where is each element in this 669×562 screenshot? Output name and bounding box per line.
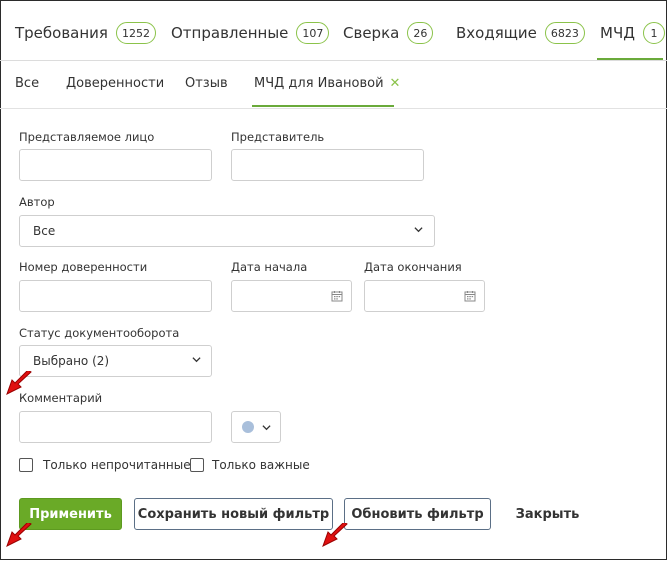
count-badge: 26 [407, 22, 434, 44]
tab-label: Сверка [343, 24, 400, 42]
count-badge: 1 [642, 22, 665, 44]
subtab-label: МЧД для Ивановой [254, 76, 384, 91]
tab-label: МЧД [600, 24, 635, 42]
poa-number-label: Номер доверенности [19, 260, 148, 274]
author-select[interactable]: Все [19, 215, 435, 247]
tab-label: Отправленные [171, 24, 289, 42]
annotation-arrow-icon [6, 371, 32, 395]
calendar-icon[interactable] [464, 290, 476, 302]
active-tab-indicator [597, 58, 663, 60]
count-badge: 1252 [115, 22, 156, 44]
color-picker[interactable] [231, 411, 281, 443]
tab-requirements[interactable]: Требования 1252 [15, 20, 156, 46]
status-select[interactable]: Выбрано (2) [19, 345, 212, 377]
active-subtab-indicator [252, 105, 394, 107]
count-badge: 6823 [544, 22, 585, 44]
unread-label: Только непрочитанные [43, 458, 191, 472]
subtab-mchd-ivanova[interactable]: МЧД для Ивановой ✕ [254, 76, 400, 91]
calendar-icon[interactable] [331, 290, 343, 302]
comment-input[interactable] [19, 411, 212, 443]
chevron-down-icon [192, 357, 201, 363]
top-tab-bar: Требования 1252 Отправленные 107 Сверка … [0, 0, 667, 61]
represented-input[interactable] [19, 149, 212, 181]
subtab-revocation[interactable]: Отзыв [185, 76, 228, 91]
author-selected: Все [33, 224, 56, 238]
color-dot-icon [242, 421, 254, 433]
author-label: Автор [19, 195, 55, 209]
unread-checkbox[interactable] [19, 458, 33, 472]
annotation-arrow-icon [322, 523, 348, 547]
representative-input[interactable] [231, 149, 424, 181]
tab-sent[interactable]: Отправленные 107 [171, 20, 330, 46]
important-label: Только важные [212, 458, 310, 472]
represented-label: Представляемое лицо [19, 130, 155, 144]
status-label: Статус документооборота [19, 326, 180, 340]
tab-label: Требования [15, 24, 108, 42]
apply-button[interactable]: Применить [19, 498, 122, 530]
subtab-powers-of-attorney[interactable]: Доверенности [66, 76, 164, 91]
start-date-input[interactable] [231, 280, 352, 312]
update-filter-button[interactable]: Обновить фильтр [344, 498, 491, 530]
subtab-all[interactable]: Все [15, 76, 39, 91]
chevron-down-icon [262, 425, 271, 431]
end-date-label: Дата окончания [364, 260, 462, 274]
important-checkbox[interactable] [190, 458, 204, 472]
end-date-input[interactable] [364, 280, 485, 312]
poa-number-input[interactable] [19, 280, 212, 312]
tab-reconciliation[interactable]: Сверка 26 [343, 20, 434, 46]
close-icon[interactable]: ✕ [390, 76, 401, 91]
count-badge: 107 [296, 22, 330, 44]
close-button[interactable]: Закрыть [505, 498, 590, 530]
subtab-bar: Все Доверенности Отзыв МЧД для Ивановой ✕ [0, 61, 667, 109]
tab-incoming[interactable]: Входящие 6823 [456, 20, 585, 46]
status-selected: Выбрано (2) [33, 354, 110, 368]
chevron-down-icon [414, 227, 423, 233]
save-new-filter-button[interactable]: Сохранить новый фильтр [134, 498, 333, 530]
annotation-arrow-icon [6, 523, 32, 547]
tab-label: Входящие [456, 24, 537, 42]
start-date-label: Дата начала [231, 260, 308, 274]
tab-mchd[interactable]: МЧД 1 [600, 20, 665, 46]
representative-label: Представитель [231, 130, 325, 144]
